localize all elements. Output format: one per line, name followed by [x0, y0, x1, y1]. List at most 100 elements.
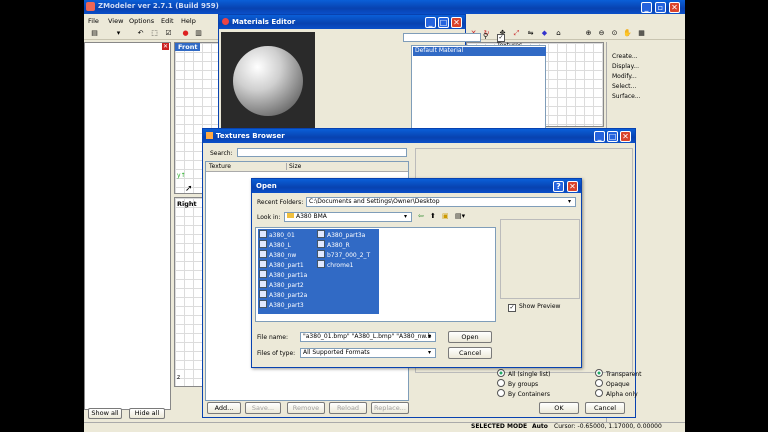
recent-folders-label: Recent Folders: — [257, 199, 304, 206]
file-item[interactable]: A380_part1 — [259, 260, 304, 269]
show-preview-toggle[interactable]: ✓ Show Preview — [508, 303, 560, 312]
materials-close-button[interactable]: ✕ — [451, 17, 462, 28]
option-transparent[interactable]: Transparent — [595, 369, 642, 378]
file-item[interactable]: A380_part3 — [259, 300, 304, 309]
menu-help[interactable]: Help — [181, 17, 196, 25]
new-folder-icon[interactable]: ▣ — [442, 212, 449, 220]
command-surface[interactable]: Surface... — [612, 93, 641, 100]
replace-texture-button[interactable]: Replace... — [371, 402, 409, 414]
view-menu-icon[interactable]: ▤▾ — [455, 212, 465, 220]
menu-options[interactable]: Options — [129, 17, 154, 25]
textures-checkbox[interactable]: ✓ — [497, 34, 505, 42]
close-button[interactable]: ✕ — [669, 2, 680, 13]
undo-icon[interactable]: ↶ — [136, 29, 145, 38]
command-display[interactable]: Display... — [612, 63, 639, 70]
files-of-type-dropdown-icon[interactable]: ▾ — [428, 349, 431, 356]
option-by-containers[interactable]: By Containers — [497, 389, 550, 398]
textures-close-button[interactable]: ✕ — [620, 131, 631, 142]
command-select[interactable]: Select... — [612, 83, 636, 90]
home-icon[interactable]: ⌂ — [554, 29, 563, 38]
option-opaque[interactable]: Opaque — [595, 379, 630, 388]
open-icon[interactable]: ▾ — [114, 29, 123, 38]
materials-editor-window: Materials Editor _ □ ✕ ⚲ ✓Textures Defau… — [218, 14, 546, 132]
back-icon[interactable]: ⇦ — [418, 212, 424, 220]
option-all-single-list[interactable]: All (single list) — [497, 369, 551, 378]
materials-minimize-button[interactable]: _ — [425, 17, 436, 28]
file-item[interactable]: A380_L — [259, 240, 291, 249]
file-item[interactable]: A380_part3a — [317, 230, 365, 239]
material-item-default[interactable]: Default Material — [413, 47, 546, 56]
materials-maximize-button[interactable]: □ — [438, 17, 449, 28]
save-texture-button[interactable]: Save... — [245, 402, 281, 414]
show-preview-checkbox[interactable]: ✓ — [508, 304, 516, 312]
grid-icon[interactable]: ▦ — [637, 29, 646, 38]
file-item[interactable]: b737_000_2_T — [317, 250, 370, 259]
column-size[interactable]: Size — [286, 163, 301, 170]
zoom-in-icon[interactable]: ⊕ — [584, 29, 593, 38]
texture-list-header: Texture Size — [206, 162, 408, 172]
left-panel-close-icon[interactable]: ✕ — [162, 43, 169, 50]
right-viewport-label[interactable]: Right — [177, 200, 197, 208]
file-item[interactable]: A380_part2 — [259, 280, 304, 289]
record-icon[interactable]: ● — [181, 29, 190, 38]
recent-folders-dropdown-icon[interactable]: ▾ — [568, 198, 571, 205]
open-cancel-button[interactable]: Cancel — [448, 347, 492, 359]
textures-cancel-button[interactable]: Cancel — [585, 402, 625, 414]
show-all-button[interactable]: Show all — [88, 408, 122, 419]
reload-texture-button[interactable]: Reload — [329, 402, 367, 414]
materials-editor-titlebar: Materials Editor _ □ ✕ — [219, 15, 465, 29]
file-item[interactable]: A380_nw — [259, 250, 296, 259]
lock-icon[interactable]: ▥ — [194, 29, 203, 38]
open-button[interactable]: Open — [448, 331, 492, 343]
textures-browser-title: Textures Browser — [216, 132, 285, 140]
materials-list[interactable]: Default Material — [411, 45, 546, 131]
hide-all-button[interactable]: Hide all — [129, 408, 165, 419]
open-dialog-titlebar: Open ? ✕ — [252, 179, 581, 193]
image-file-icon — [259, 230, 267, 238]
file-name-dropdown-icon[interactable]: ▾ — [428, 333, 431, 340]
front-viewport-label[interactable]: Front — [175, 43, 201, 51]
menu-file[interactable]: File — [88, 17, 99, 25]
look-in-dropdown-icon[interactable]: ▾ — [404, 213, 407, 220]
file-item[interactable]: A380_R — [317, 240, 350, 249]
zoom-out-icon[interactable]: ⊖ — [597, 29, 606, 38]
materials-editor-title: Materials Editor — [232, 18, 296, 26]
open-close-button[interactable]: ✕ — [567, 181, 578, 192]
option-by-groups[interactable]: By groups — [497, 379, 538, 388]
file-item[interactable]: a380_01 — [259, 230, 295, 239]
option-alpha-only[interactable]: Alpha only — [595, 389, 638, 398]
textures-maximize-button[interactable]: □ — [607, 131, 618, 142]
add-texture-button[interactable]: Add... — [207, 402, 241, 414]
menu-view[interactable]: View — [108, 17, 123, 25]
open-help-button[interactable]: ? — [553, 181, 564, 192]
select-icon[interactable]: ⬚ — [150, 29, 159, 38]
checkbox-icon[interactable]: ☑ — [164, 29, 173, 38]
remove-texture-button[interactable]: Remove — [287, 402, 325, 414]
zoom-extents-icon[interactable]: ⊙ — [610, 29, 619, 38]
menu-edit[interactable]: Edit — [161, 17, 174, 25]
file-item[interactable]: A380_part1a — [259, 270, 307, 279]
open-preview-box — [500, 219, 580, 299]
texture-search-input[interactable] — [237, 148, 407, 157]
file-item[interactable]: chrome1 — [317, 260, 353, 269]
material-name-input[interactable] — [403, 33, 481, 42]
textures-ok-button[interactable]: OK — [539, 402, 579, 414]
pan-icon[interactable]: ✋ — [623, 29, 632, 38]
file-name-input[interactable]: "a380_01.bmp" "A380_L.bmp" "A380_nw.b — [300, 332, 436, 342]
mirror-icon[interactable]: ⇋ — [526, 29, 535, 38]
files-of-type-select[interactable]: All Supported Formats — [300, 348, 436, 358]
textures-minimize-button[interactable]: _ — [594, 131, 605, 142]
textures-browser-titlebar: Textures Browser _ □ ✕ — [203, 129, 635, 143]
binoculars-icon[interactable]: ⚲ — [483, 32, 488, 40]
restore-button[interactable]: ▫ — [655, 2, 666, 13]
recent-folders-select[interactable]: C:\Documents and Settings\Owner\Desktop — [306, 197, 576, 207]
command-modify[interactable]: Modify... — [612, 73, 637, 80]
column-texture[interactable]: Texture — [209, 163, 231, 170]
new-icon[interactable]: ▤ — [90, 29, 99, 38]
command-create[interactable]: Create... — [612, 53, 638, 60]
minimize-button[interactable]: _ — [641, 2, 652, 13]
up-folder-icon[interactable]: ⬆ — [430, 212, 436, 220]
vertex-icon[interactable]: ◆ — [540, 29, 549, 38]
file-item[interactable]: A380_part2a — [259, 290, 307, 299]
look-in-select[interactable]: A380 BMA — [284, 212, 412, 222]
